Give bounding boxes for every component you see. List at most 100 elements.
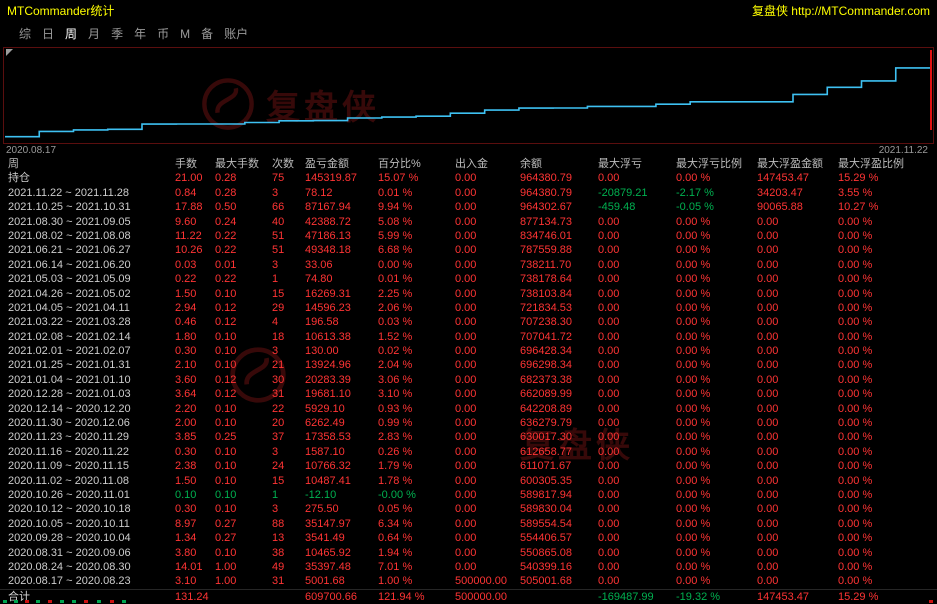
table-row[interactable]: 2021.06.14 ~ 2021.06.200.030.01333.060.0… [8,258,937,272]
table-row[interactable]: 持仓21.000.2875145319.8715.07 %0.00964380.… [8,171,937,185]
value-cell: 0.00 [757,287,838,301]
table-row[interactable]: 2020.10.05 ~ 2020.10.118.970.278835147.9… [8,517,937,531]
app-window: { "window": { "title": "MTCommander统计", … [0,0,937,604]
column-header[interactable]: 手数 [175,157,215,171]
menu-item-M[interactable]: M [180,27,190,41]
table-row[interactable]: 2021.08.02 ~ 2021.08.0811.220.225147186.… [8,229,937,243]
table-row[interactable]: 2020.08.24 ~ 2020.08.3014.011.004935397.… [8,560,937,574]
value-cell: 74.80 [305,272,378,286]
value-cell: 600305.35 [520,474,598,488]
value-cell: 0.00 % [838,215,937,229]
table-row[interactable]: 2021.06.21 ~ 2021.06.2710.260.225149348.… [8,243,937,257]
value-cell: 0.00 [598,330,676,344]
period-cell: 2020.11.02 ~ 2020.11.08 [8,474,175,488]
value-cell: 29 [272,301,305,315]
value-cell: 0.00 [757,229,838,243]
equity-chart[interactable] [3,47,934,144]
value-cell: 0.00 % [838,488,937,502]
value-cell: 0.00 % [838,330,937,344]
brand-link[interactable]: 复盘侠 http://MTCommander.com [752,2,930,19]
menu-item-综[interactable]: 综 [19,25,31,42]
table-row[interactable]: 2020.08.17 ~ 2020.08.233.101.00315001.68… [8,574,937,588]
table-row[interactable]: 2020.11.23 ~ 2020.11.293.850.253717358.5… [8,430,937,444]
menu-item-币[interactable]: 币 [157,25,169,42]
table-row[interactable]: 2020.12.28 ~ 2021.01.033.640.123119681.1… [8,387,937,401]
menu-item-月[interactable]: 月 [88,25,100,42]
edge-tick [97,600,101,603]
value-cell: -459.48 [598,200,676,214]
value-cell: -20879.21 [598,186,676,200]
value-cell: 10613.38 [305,330,378,344]
table-row[interactable]: 2020.12.14 ~ 2020.12.202.200.10225929.10… [8,402,937,416]
table-row[interactable]: 2021.11.22 ~ 2021.11.280.840.28378.120.0… [8,186,937,200]
table-row[interactable]: 2021.01.25 ~ 2021.01.312.100.102113924.9… [8,358,937,372]
column-header[interactable]: 最大浮盈比例 [838,157,937,171]
column-header[interactable]: 盈亏金额 [305,157,378,171]
table-row[interactable]: 2020.11.30 ~ 2020.12.062.000.10206262.49… [8,416,937,430]
value-cell: 0.10 [215,474,272,488]
value-cell: 0.00 [598,474,676,488]
menu-item-备[interactable]: 备 [201,25,213,42]
table-row[interactable]: 2021.10.25 ~ 2021.10.3117.880.506687167.… [8,200,937,214]
value-cell: 0.00 [455,243,520,257]
table-row[interactable]: 2021.04.26 ~ 2021.05.021.500.101516269.3… [8,287,937,301]
value-cell: 0.00 [598,402,676,416]
menu-item-账户[interactable]: 账户 [224,25,248,42]
value-cell: 0.27 [215,517,272,531]
edge-tick [110,600,114,603]
period-cell: 2020.10.26 ~ 2020.11.01 [8,488,175,502]
value-cell: 0.00 [455,171,520,185]
value-cell: 0.00 [455,416,520,430]
column-header[interactable]: 最大浮盈金额 [757,157,838,171]
table-row[interactable]: 2021.05.03 ~ 2021.05.090.220.22174.800.0… [8,272,937,286]
value-cell: 31 [272,574,305,588]
column-header[interactable]: 次数 [272,157,305,171]
menu-item-周[interactable]: 周 [65,25,77,42]
value-cell: -12.10 [305,488,378,502]
column-header[interactable]: 最大手数 [215,157,272,171]
value-cell: 0.00 [757,387,838,401]
value-cell: 0.00 [598,416,676,430]
value-cell: 1.94 % [378,546,455,560]
value-cell: 0.00 [598,387,676,401]
column-header[interactable]: 最大浮亏比例 [676,157,757,171]
value-cell: 0.00 % [838,402,937,416]
column-header[interactable]: 出入金 [455,157,520,171]
table-row[interactable]: 2021.08.30 ~ 2021.09.059.600.244042388.7… [8,215,937,229]
value-cell: 0.00 [598,301,676,315]
column-header[interactable]: 最大浮亏 [598,157,676,171]
table-row[interactable]: 2020.09.28 ~ 2020.10.041.340.27133541.49… [8,531,937,545]
value-cell: 696428.34 [520,344,598,358]
table-row[interactable]: 2020.10.26 ~ 2020.11.010.100.101-12.10-0… [8,488,937,502]
value-cell: 0.00 % [838,287,937,301]
value-cell: 707238.30 [520,315,598,329]
table-row[interactable]: 2021.03.22 ~ 2021.03.280.460.124196.580.… [8,315,937,329]
menu-item-季[interactable]: 季 [111,25,123,42]
value-cell: 0.01 [215,258,272,272]
table-row[interactable]: 2021.02.01 ~ 2021.02.070.300.103130.000.… [8,344,937,358]
value-cell: 1 [272,488,305,502]
value-cell: 0.30 [175,502,215,516]
value-cell: 0.10 [215,488,272,502]
period-cell: 持仓 [8,171,175,185]
table-row[interactable]: 2020.11.16 ~ 2020.11.220.300.1031587.100… [8,445,937,459]
table-row[interactable]: 2020.11.09 ~ 2020.11.152.380.102410766.3… [8,459,937,473]
column-header[interactable]: 百分比% [378,157,455,171]
menu-item-年[interactable]: 年 [134,25,146,42]
table-row[interactable]: 2021.02.08 ~ 2021.02.141.800.101810613.3… [8,330,937,344]
table-row[interactable]: 2020.08.31 ~ 2020.09.063.800.103810465.9… [8,546,937,560]
value-cell: 589830.04 [520,502,598,516]
value-cell: 42388.72 [305,215,378,229]
value-cell: 0.00 % [676,215,757,229]
value-cell: 0.00 % [838,416,937,430]
value-cell: 9.94 % [378,200,455,214]
table-row[interactable]: 2021.04.05 ~ 2021.04.112.940.122914596.2… [8,301,937,315]
column-header[interactable]: 周 [8,157,175,171]
period-cell: 2021.01.25 ~ 2021.01.31 [8,358,175,372]
table-row[interactable]: 2020.11.02 ~ 2020.11.081.500.101510487.4… [8,474,937,488]
value-cell: 24 [272,459,305,473]
table-row[interactable]: 2021.01.04 ~ 2021.01.103.600.123020283.3… [8,373,937,387]
table-row[interactable]: 2020.10.12 ~ 2020.10.180.300.103275.500.… [8,502,937,516]
column-header[interactable]: 余额 [520,157,598,171]
menu-item-日[interactable]: 日 [42,25,54,42]
